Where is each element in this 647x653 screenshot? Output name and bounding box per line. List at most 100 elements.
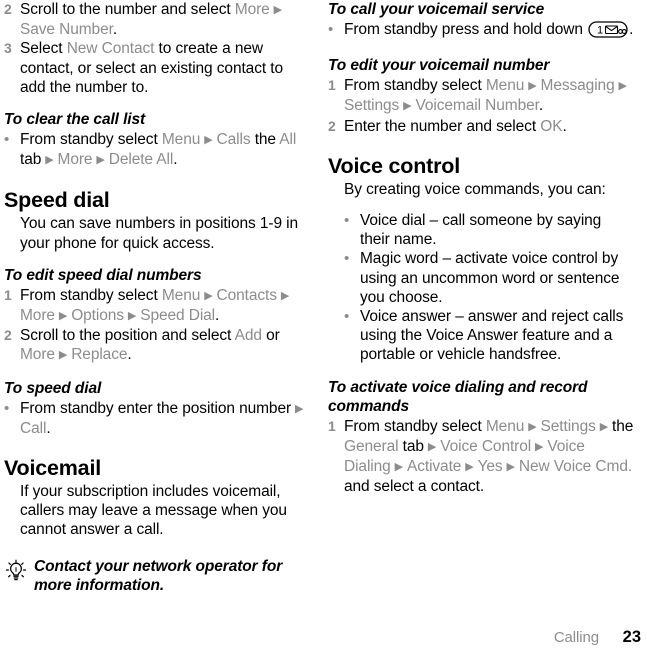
vertical-spacer	[4, 170, 310, 187]
bullet-icon: •	[344, 308, 350, 326]
ui-term: Call	[20, 419, 47, 437]
ui-term: Menu	[485, 417, 525, 435]
ui-term: Calls	[216, 131, 251, 149]
nav-arrow-icon: ▶	[201, 289, 216, 302]
bullet-icon: •	[344, 250, 350, 268]
step-text: From standby press and hold down 1.	[344, 20, 634, 43]
lightbulb-icon	[4, 557, 34, 588]
nav-arrow-icon: ▶	[201, 134, 216, 147]
ui-term: General	[344, 437, 399, 455]
body-paragraph: If your subscription includes voicemail,…	[20, 483, 287, 539]
ui-term: Save Number	[20, 21, 113, 39]
vertical-spacer	[4, 540, 310, 557]
manual-page: 2 Scroll to the number and select More ▶ …	[0, 0, 647, 653]
vertical-spacer	[328, 199, 634, 211]
procedure-heading: To activate voice dialing and record com…	[328, 378, 588, 415]
body-text: Scroll to the number and select	[20, 1, 235, 18]
ui-term: Menu	[161, 131, 201, 149]
body-text: .	[112, 21, 118, 39]
bullet-step: • From standby select Menu ▶ Calls the Al…	[4, 130, 310, 170]
footer-page-number: 23	[622, 628, 641, 646]
step-number: 2	[4, 327, 12, 344]
left-column: 2 Scroll to the number and select More ▶ …	[4, 0, 310, 595]
body-text: .	[562, 117, 567, 135]
body-text: .	[538, 97, 544, 115]
nav-arrow-icon: ▶	[292, 402, 304, 415]
body-text: From standby enter the position number	[20, 399, 292, 417]
ui-term: Voice Control	[440, 437, 532, 455]
ui-term: Settings	[344, 97, 400, 115]
ui-term: Activate	[406, 458, 462, 476]
step-text: Enter the number and select OK.	[344, 117, 634, 136]
body-text: From standby select	[20, 131, 162, 149]
feature-bullet: • Voice dial – call someone by saying the…	[344, 211, 634, 249]
body-text: Enter the number and select	[344, 117, 541, 135]
tip-note: Contact your network operator for more i…	[4, 557, 310, 595]
bullet-step: • From standby press and hold down 1.	[328, 20, 634, 43]
vertical-spacer	[4, 97, 310, 110]
ui-term: OK	[540, 117, 563, 135]
body-text: or	[261, 327, 280, 345]
vertical-spacer	[4, 366, 310, 379]
right-column: To call your voicemail service • From stan…	[328, 0, 634, 496]
nav-arrow-icon: ▶	[525, 420, 540, 433]
body-text: From standby press and hold down	[344, 21, 588, 38]
nav-arrow-icon: ▶	[42, 154, 57, 167]
ui-term: Voicemail Number	[415, 97, 539, 115]
numbered-step: 3 Select New Contact to create a new cont…	[4, 39, 310, 97]
ui-term: New Contact	[66, 40, 155, 58]
numbered-step: 1 From standby select Menu ▶ Settings ▶ t…	[328, 417, 634, 497]
procedure-heading: To edit speed dial numbers	[4, 266, 202, 284]
ui-term: Speed Dial	[140, 307, 216, 325]
body-text: Scroll to the position and select	[20, 327, 235, 345]
vertical-spacer	[328, 136, 634, 153]
step-number: 1	[328, 77, 336, 94]
nav-arrow-icon: ▶	[503, 461, 518, 474]
body-text: From standby select	[344, 77, 486, 95]
step-text: Scroll to the number and select More ▶ S…	[20, 0, 310, 39]
numbered-step: 2 Scroll to the position and select Add o…	[4, 326, 310, 365]
ui-term: More	[20, 346, 55, 364]
ui-term: Messaging	[540, 77, 615, 95]
svg-text:1: 1	[597, 25, 603, 37]
nav-arrow-icon: ▶	[462, 461, 477, 474]
numbered-step: 2 Enter the number and select OK.	[328, 117, 634, 136]
vertical-spacer	[4, 253, 310, 266]
step-text: From standby select Menu ▶ Settings ▶ th…	[344, 417, 634, 497]
step-number: 1	[328, 417, 336, 434]
section-heading: Voicemail	[4, 456, 101, 481]
step-text: From standby enter the position number ▶…	[20, 399, 310, 438]
numbered-step: 2 Scroll to the number and select More ▶ …	[4, 0, 310, 39]
procedure-heading: To clear the call list	[4, 111, 146, 129]
ui-term: Delete All	[108, 151, 174, 169]
body-text: tab	[398, 437, 424, 455]
body-text: From standby select	[20, 286, 162, 304]
step-number: 1	[4, 286, 12, 303]
body-text: and select a contact.	[344, 478, 485, 496]
nav-arrow-icon: ▶	[277, 289, 290, 302]
body-paragraph: You can save numbers in positions 1-9 in…	[20, 215, 299, 252]
bullet-step: • From standby enter the position number …	[4, 399, 310, 438]
body-text: .	[215, 307, 220, 325]
step-text: From standby select Menu ▶ Messaging ▶ S…	[344, 76, 634, 116]
body-text: the	[250, 131, 280, 149]
vertical-spacer	[4, 438, 310, 455]
body-text: From standby select	[344, 417, 486, 435]
nav-arrow-icon: ▶	[532, 440, 547, 453]
ui-term: Menu	[161, 286, 201, 304]
numbered-step: 1 From standby select Menu ▶ Contacts ▶ M…	[4, 286, 310, 326]
ui-term: All	[279, 131, 297, 149]
ui-term: Settings	[540, 417, 596, 435]
body-text: tab	[20, 151, 42, 169]
nav-arrow-icon: ▶	[55, 349, 71, 362]
ui-term: Add	[234, 327, 262, 345]
bullet-icon: •	[344, 212, 350, 230]
step-number: 2	[328, 117, 336, 134]
ui-term: Options	[71, 307, 124, 325]
nav-arrow-icon: ▶	[391, 461, 406, 474]
body-text: .	[127, 346, 132, 364]
vertical-spacer	[328, 365, 634, 378]
feature-bullet: • Voice answer – answer and reject calls …	[344, 307, 634, 365]
nav-arrow-icon: ▶	[55, 310, 71, 323]
nav-arrow-icon: ▶	[124, 310, 140, 323]
